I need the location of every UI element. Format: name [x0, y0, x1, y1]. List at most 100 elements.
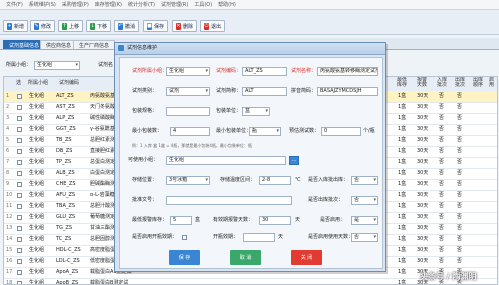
row-checkbox[interactable] [17, 270, 22, 275]
usable-group-picker-button[interactable]: … [289, 156, 299, 165]
code-field[interactable]: ALT_ZS [242, 67, 287, 76]
row-checkbox[interactable] [17, 160, 22, 165]
row-checkbox[interactable] [17, 215, 22, 220]
add-button[interactable]: + 新增 [3, 20, 28, 32]
row-checkbox[interactable] [17, 116, 22, 121]
row-number: 3 [6, 115, 10, 121]
group-select[interactable]: 生化组 [166, 67, 210, 76]
row-checkbox[interactable] [17, 248, 22, 253]
row-in-batch: 否 [439, 214, 445, 220]
menu-tools[interactable]: 工具(O) [194, 1, 212, 8]
store-select[interactable]: 3号冰箱 [166, 176, 210, 185]
temp-field[interactable]: 2-8 [259, 176, 291, 185]
row-in-batch: 否 [439, 225, 445, 231]
row-checkbox[interactable] [17, 105, 22, 110]
undo-button[interactable]: ↶ 撤消 [114, 20, 139, 32]
row-checkbox[interactable] [17, 138, 22, 143]
row-group: 生化组 [29, 115, 45, 121]
row-out-batch: 否 [457, 247, 463, 253]
minunit-label: 最小包装单位： [216, 128, 252, 134]
tab-manufacturer-info[interactable]: 生产厂商信息 [73, 40, 116, 49]
spec-field[interactable] [166, 107, 210, 116]
row-in-batch: 否 [439, 247, 445, 253]
out-batch-select[interactable]: 否 [351, 196, 378, 205]
menu-purchase[interactable]: 采购管理(P) [62, 1, 89, 8]
expire-field[interactable]: 30 [259, 216, 291, 225]
tab-reagent-info[interactable]: 试剂基础信息 [3, 40, 46, 49]
dialog-close-button[interactable]: 关 闭 [291, 250, 322, 265]
dialog-cancel-button[interactable]: 取 消 [230, 250, 261, 265]
use-days-label: 是否启用使用天数： [308, 234, 354, 240]
row-group: 生化组 [29, 247, 45, 253]
row-out-batch: 否 [457, 148, 463, 154]
arrow-down-icon: ↓ [90, 22, 95, 30]
row-min-stock: 1盒 [398, 104, 407, 110]
type-select[interactable]: 试剂 [166, 87, 210, 96]
filter-group-select[interactable]: 生化组 [34, 61, 80, 70]
usable-group-field[interactable]: 生化组 [166, 156, 286, 165]
minpack-field[interactable]: 4 [170, 127, 210, 136]
in-batch-select[interactable]: 否 [351, 176, 378, 185]
header-enabled: 启 用 [489, 77, 495, 88]
row-checkbox[interactable] [17, 193, 22, 198]
move-down-button-label: 下移 [96, 23, 107, 30]
row-checkbox[interactable] [17, 94, 22, 99]
pinyin-label: 拼音简码： [291, 88, 317, 94]
test-count-field[interactable]: 0 [321, 127, 361, 136]
row-checkbox[interactable] [17, 226, 22, 231]
enabled-select[interactable]: 是 [351, 216, 378, 225]
row-checkbox[interactable] [17, 127, 22, 132]
row-out-batch: 否 [457, 203, 463, 209]
row-checkbox[interactable] [17, 281, 22, 284]
row-checkbox[interactable] [17, 204, 22, 209]
name-field[interactable]: 丙氨酸氨基转移酶测定试剂盒 [317, 67, 378, 76]
pinyin-field[interactable]: BASAJZYMCDSJH [317, 87, 378, 96]
menu-file[interactable]: 文件(F) [6, 1, 23, 8]
row-alarm-days: 30天 [417, 214, 429, 220]
short-field[interactable]: ALT [242, 87, 287, 96]
menu-system[interactable]: 系统维护(S) [29, 1, 56, 8]
row-group: 生化组 [29, 203, 45, 209]
row-checkbox[interactable] [17, 149, 22, 154]
filter-group-label: 所属小组： [6, 62, 32, 68]
row-group: 生化组 [29, 93, 45, 99]
approve-field[interactable] [166, 196, 292, 205]
dialog-save-button[interactable]: 保 存 [169, 250, 200, 265]
row-checkbox[interactable] [17, 237, 22, 242]
minunit-select[interactable]: 瓶 [249, 127, 281, 136]
open-check-checkbox[interactable] [182, 235, 187, 240]
row-number: 8 [6, 170, 10, 176]
open-days-field[interactable] [243, 233, 275, 242]
expire-unit: 天 [295, 217, 301, 223]
move-down-button[interactable]: ↓ 下移 [86, 20, 111, 32]
tab-supplier-info[interactable]: 供应商信息 [40, 40, 78, 49]
row-in-batch: 否 [439, 137, 445, 143]
packing-hint: 例：1 入库 盒 1盒 = 4瓶，那就是最小包装4瓶，最小包装单位：瓶 [132, 143, 252, 148]
type-label: 试剂类别： [132, 88, 158, 94]
row-in-batch: 否 [439, 159, 445, 165]
open-days-unit: 天 [278, 234, 284, 240]
row-in-batch: 否 [439, 148, 445, 154]
pack-select[interactable]: 盒 [242, 107, 270, 116]
row-alarm-days: 30天 [417, 159, 429, 165]
min-stock-field[interactable]: 5 [170, 216, 192, 225]
row-checkbox[interactable] [17, 182, 22, 187]
menu-reagent[interactable]: 试剂管理(R) [161, 1, 188, 8]
menu-stock[interactable]: 库存管理(K) [95, 1, 122, 8]
save-toolbar-button[interactable]: ■ 保存 [143, 20, 168, 32]
move-up-button-label: 上移 [68, 23, 79, 30]
row-alarm-days: 30天 [417, 247, 429, 253]
menu-stats[interactable]: 统计分析(T) [128, 1, 155, 8]
exit-button[interactable]: ⏻ 退出 [200, 20, 225, 32]
dialog-titlebar[interactable]: 试剂信息维护 [115, 43, 385, 55]
edit-button[interactable]: ✎ 修改 [30, 20, 55, 32]
delete-button[interactable]: ✕ 删除 [172, 20, 197, 32]
menu-help[interactable]: 帮助(H) [218, 1, 236, 8]
row-min-stock: 1盒 [398, 159, 407, 165]
move-up-button[interactable]: ↑ 上移 [58, 20, 83, 32]
row-in-batch: 否 [439, 258, 445, 264]
add-icon: + [7, 22, 12, 30]
row-checkbox[interactable] [17, 259, 22, 264]
row-checkbox[interactable] [17, 171, 22, 176]
use-days-select[interactable]: 否 [351, 233, 378, 242]
